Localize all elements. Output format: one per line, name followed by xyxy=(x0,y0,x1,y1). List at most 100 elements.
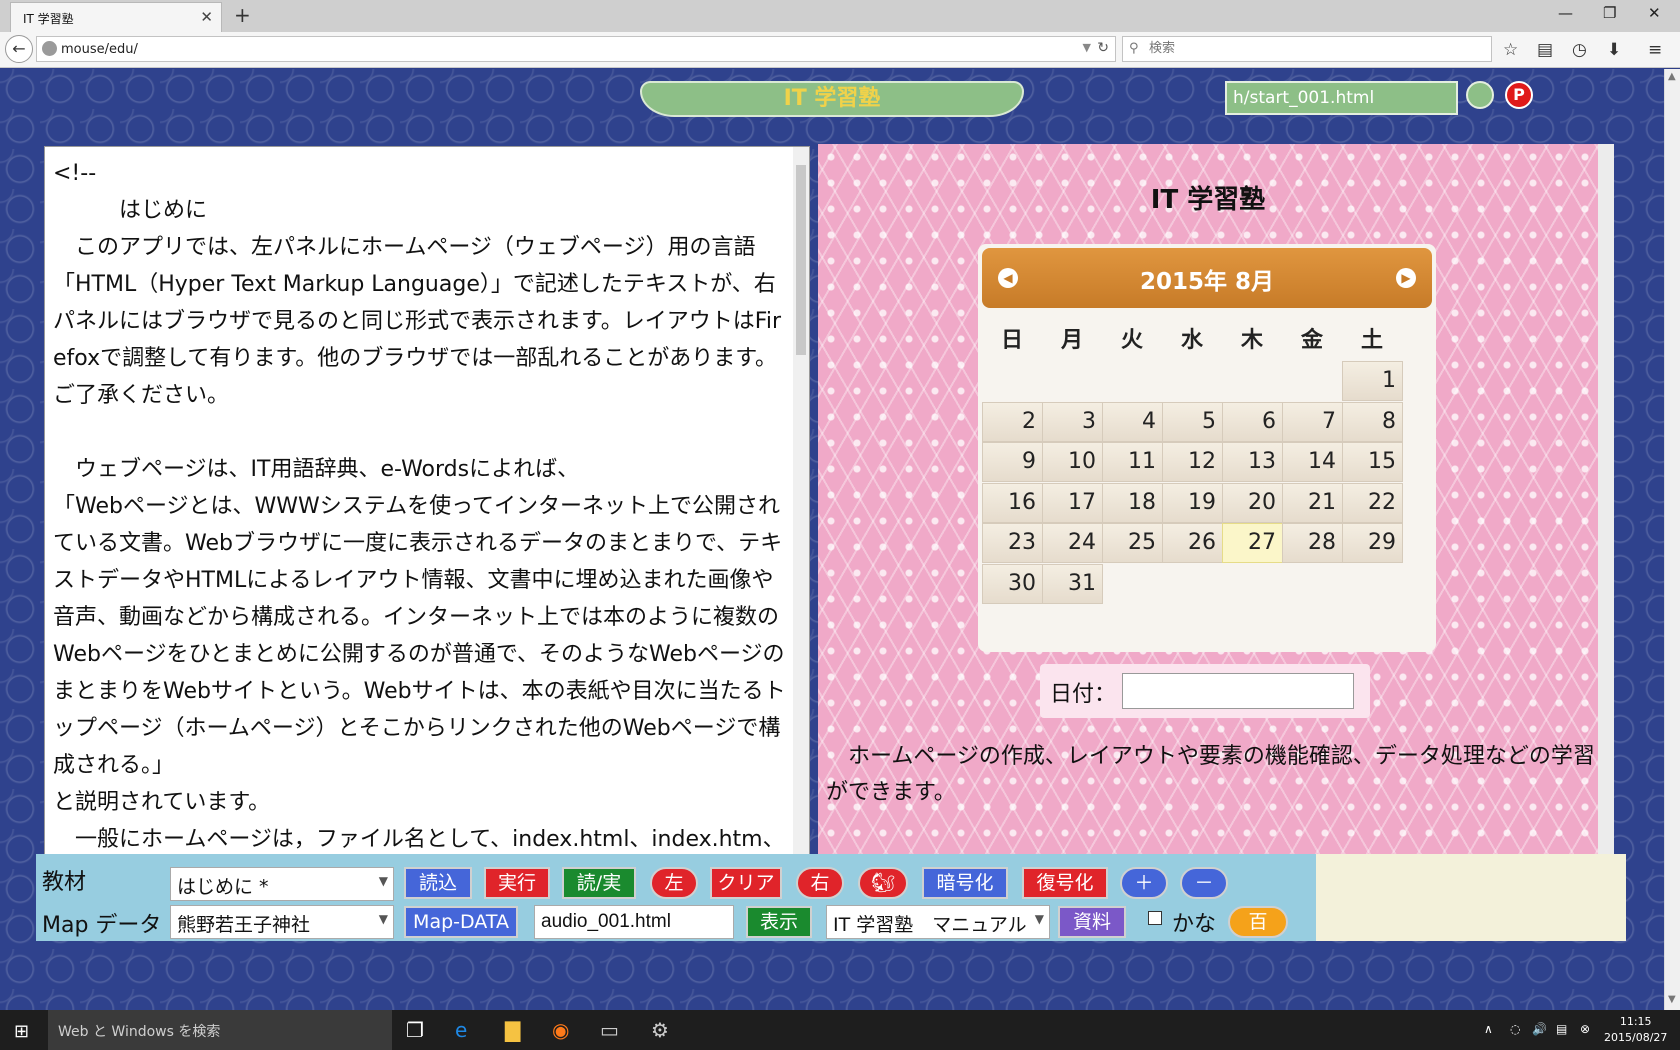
menu-icon[interactable]: ≡ xyxy=(1648,40,1662,60)
calendar-day[interactable]: 23 xyxy=(982,523,1043,563)
calendar-day[interactable]: 19 xyxy=(1162,482,1223,523)
settings-gear-icon[interactable]: ⚙ xyxy=(651,1018,669,1042)
calendar-day[interactable]: 5 xyxy=(1162,401,1223,442)
clock[interactable]: 11:15 2015/08/27 xyxy=(1604,1014,1667,1046)
calendar-day[interactable]: 22 xyxy=(1342,482,1403,523)
calendar-day[interactable]: 13 xyxy=(1222,442,1283,482)
calendar-day[interactable]: 11 xyxy=(1102,442,1163,482)
calendar-day[interactable]: 14 xyxy=(1282,442,1343,482)
map-select[interactable]: 熊野若王子神社 ▼ xyxy=(170,905,394,939)
show-button[interactable]: 表示 xyxy=(746,906,812,938)
close-tab-icon[interactable]: ✕ xyxy=(200,8,213,26)
volume-icon[interactable]: 🔊 xyxy=(1532,1022,1547,1036)
restore-icon[interactable]: ❐ xyxy=(1603,4,1616,22)
calendar-day[interactable]: 6 xyxy=(1222,401,1283,442)
run-button[interactable]: 実行 xyxy=(484,867,550,899)
calendar-day[interactable]: 16 xyxy=(982,482,1043,523)
calendar-day[interactable]: 20 xyxy=(1222,482,1283,523)
right-button[interactable]: 右 xyxy=(796,867,844,899)
calendar-day[interactable]: 12 xyxy=(1162,442,1223,482)
calendar-day[interactable]: 26 xyxy=(1162,523,1223,563)
network-icon[interactable]: ◌ xyxy=(1510,1022,1520,1036)
clear-button[interactable]: クリア xyxy=(710,867,782,899)
source-vertical-scrollbar[interactable] xyxy=(793,147,809,892)
firefox-icon[interactable]: ◉ xyxy=(552,1018,569,1042)
search-input[interactable] xyxy=(1149,40,1469,55)
date-input[interactable] xyxy=(1122,673,1354,709)
calendar-day[interactable]: 2 xyxy=(982,401,1043,442)
calendar-day[interactable]: 25 xyxy=(1102,523,1163,563)
p-button[interactable]: P xyxy=(1505,81,1533,109)
zoom-in-button[interactable]: ＋ xyxy=(1120,867,1168,899)
html-source-panel[interactable]: <!-- はじめに このアプリでは、左パネルにホームページ（ウェブページ）用の言… xyxy=(44,146,810,909)
calendar-day[interactable]: 31 xyxy=(1042,563,1103,604)
scroll-down-icon[interactable]: ▼ xyxy=(1668,994,1676,1005)
calendar-day[interactable]: 10 xyxy=(1042,442,1103,482)
calendar-day[interactable]: 24 xyxy=(1042,523,1103,563)
tab-strip: IT 学習塾 ✕ + — ❐ ✕ xyxy=(0,0,1680,32)
windows-start-icon[interactable]: ⊞ xyxy=(14,1021,29,1042)
back-icon[interactable]: ← xyxy=(5,35,33,63)
status-circle-button[interactable] xyxy=(1466,81,1494,109)
hyaku-button[interactable]: 百 xyxy=(1228,906,1288,938)
calendar-day[interactable]: 18 xyxy=(1102,482,1163,523)
task-view-icon[interactable]: ❐ xyxy=(406,1018,424,1042)
calendar-day-today[interactable]: 27 xyxy=(1222,523,1283,563)
page-vertical-scrollbar[interactable]: ▲ ▼ xyxy=(1664,69,1680,1010)
calendar-day[interactable]: 30 xyxy=(982,563,1043,604)
audio-file-input[interactable] xyxy=(534,905,734,939)
encrypt-button[interactable]: 暗号化 xyxy=(922,867,1008,899)
preview-vertical-scrollbar[interactable] xyxy=(1598,144,1614,912)
load-run-button[interactable]: 読/実 xyxy=(562,867,636,899)
browser-tab[interactable]: IT 学習塾 ✕ xyxy=(10,2,222,32)
material-select[interactable]: はじめに * ▼ xyxy=(170,867,394,901)
calendar-day[interactable]: 21 xyxy=(1282,482,1343,523)
reading-list-icon[interactable]: ▤ xyxy=(1537,40,1553,60)
calendar-day[interactable]: 3 xyxy=(1042,401,1103,442)
next-month-icon[interactable]: ▶ xyxy=(1396,268,1416,288)
load-button[interactable]: 読込 xyxy=(404,867,472,899)
calendar-day[interactable]: 28 xyxy=(1282,523,1343,563)
calendar-day[interactable]: 15 xyxy=(1342,442,1403,482)
url-text[interactable]: mouse/edu/ xyxy=(61,42,138,57)
file-explorer-icon[interactable]: ▇ xyxy=(505,1018,520,1042)
history-icon[interactable]: ◷ xyxy=(1572,40,1587,60)
scroll-thumb[interactable] xyxy=(796,165,806,355)
ime-icon[interactable]: ⊗ xyxy=(1580,1022,1590,1036)
kana-checkbox[interactable] xyxy=(1148,911,1162,925)
calendar-day[interactable]: 9 xyxy=(982,442,1043,482)
manual-select[interactable]: IT 学習塾 マニュアル ▼ xyxy=(826,905,1050,939)
url-bar[interactable]: mouse/edu/ ▼ ↻ xyxy=(36,36,1116,62)
calendar-day[interactable]: 29 xyxy=(1342,523,1403,563)
bookmark-star-icon[interactable]: ☆ xyxy=(1503,40,1518,60)
notes-area[interactable] xyxy=(1316,854,1626,941)
url-dropdown-icon[interactable]: ▼ xyxy=(1083,41,1091,54)
search-bar[interactable]: ⚲ xyxy=(1122,36,1492,62)
tray-chevron-icon[interactable]: ∧ xyxy=(1484,1022,1493,1036)
notification-icon[interactable]: ▤ xyxy=(1556,1022,1567,1036)
docs-button[interactable]: 資料 xyxy=(1058,906,1126,938)
terminal-icon[interactable]: ▭ xyxy=(600,1018,619,1042)
scroll-up-icon[interactable]: ▲ xyxy=(1668,71,1676,82)
html-source-text[interactable]: <!-- はじめに このアプリでは、左パネルにホームページ（ウェブページ）用の言… xyxy=(53,155,788,895)
download-icon[interactable]: ⬇ xyxy=(1607,40,1621,60)
calendar-day[interactable]: 4 xyxy=(1102,401,1163,442)
calendar-day[interactable]: 7 xyxy=(1282,401,1343,442)
edge-icon[interactable]: e xyxy=(455,1018,467,1042)
taskbar-search[interactable]: Web と Windows を検索 xyxy=(48,1010,392,1050)
calendar-header: ◀ 2015年 8月 ▶ xyxy=(982,248,1432,308)
calendar-day[interactable]: 8 xyxy=(1342,401,1403,442)
current-file-input[interactable] xyxy=(1225,81,1458,115)
close-window-icon[interactable]: ✕ xyxy=(1648,4,1661,22)
minimize-icon[interactable]: — xyxy=(1558,4,1573,22)
calendar-day[interactable]: 1 xyxy=(1342,361,1403,401)
site-info-icon[interactable] xyxy=(42,41,57,56)
decrypt-button[interactable]: 復号化 xyxy=(1022,867,1108,899)
new-tab-icon[interactable]: + xyxy=(234,3,251,27)
zoom-out-button[interactable]: － xyxy=(1180,867,1228,899)
map-data-button[interactable]: Map-DATA xyxy=(404,906,518,938)
squirrel-icon[interactable]: 🐿 xyxy=(858,867,908,899)
calendar-day[interactable]: 17 xyxy=(1042,482,1103,523)
reload-icon[interactable]: ↻ xyxy=(1097,40,1109,56)
left-button[interactable]: 左 xyxy=(650,867,698,899)
